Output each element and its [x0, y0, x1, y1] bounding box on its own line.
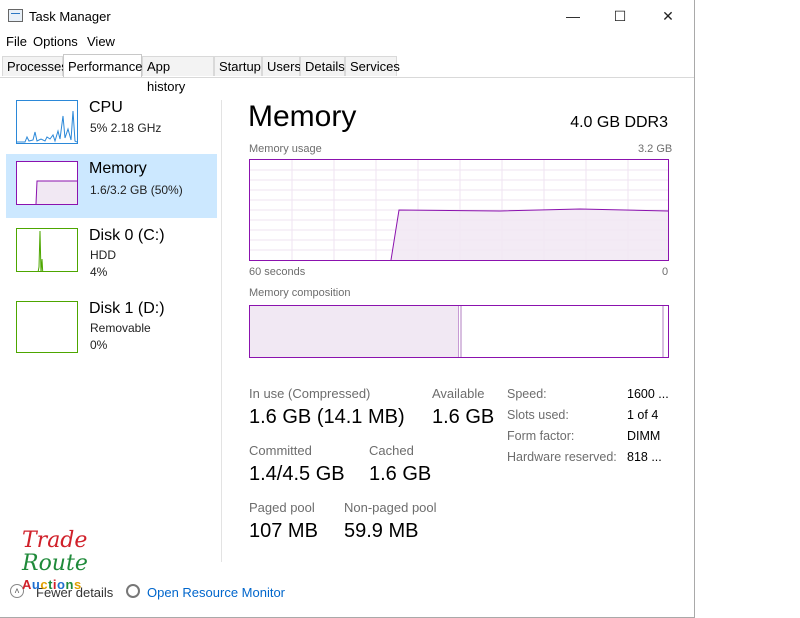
tab-details[interactable]: Details [300, 56, 345, 76]
speed-label: Speed: [507, 387, 547, 401]
footer-bar: ˄ Fewer details Open Resource Monitor [0, 580, 694, 606]
close-button[interactable]: ✕ [645, 0, 691, 32]
cached-label: Cached [369, 443, 414, 458]
time-axis-start: 60 seconds [249, 266, 306, 278]
memory-usage-label: Memory usage [249, 143, 322, 155]
composition-in-use [250, 306, 459, 357]
sidebar-sub-disk-0-type: HDD [90, 248, 116, 262]
tab-startup[interactable]: Startup [214, 56, 262, 76]
memory-spec: 4.0 GB DDR3 [570, 114, 668, 131]
sidebar-item-cpu[interactable]: CPU 5% 2.18 GHz [6, 93, 217, 157]
resource-monitor-icon [126, 584, 140, 598]
menu-file[interactable]: File [6, 34, 27, 49]
sidebar-item-disk-1[interactable]: Disk 1 (D:) Removable 0% [6, 294, 217, 358]
task-manager-icon [8, 9, 23, 22]
disk0-thumbnail-graph [16, 228, 78, 272]
paged-pool-value: 107 MB [249, 520, 318, 542]
tab-processes[interactable]: Processes [2, 56, 68, 76]
time-axis-end: 0 [662, 266, 669, 278]
committed-label: Committed [249, 443, 312, 458]
sidebar-sub-disk-0-usage: 4% [90, 265, 108, 279]
cpu-thumbnail-graph [16, 100, 78, 144]
memory-usage-graph [249, 159, 669, 261]
title-bar[interactable]: Task Manager — ☐ ✕ [0, 0, 694, 32]
memory-usage-chart [250, 160, 669, 261]
sidebar-sub-memory: 1.6/3.2 GB (50%) [90, 183, 183, 197]
slots-used-label: Slots used: [507, 408, 569, 422]
logo-line-1: Trade [22, 528, 88, 553]
menu-options[interactable]: Options [33, 34, 78, 49]
tab-users[interactable]: Users [262, 56, 301, 76]
sidebar-sub-disk-1-usage: 0% [90, 338, 108, 352]
sidebar-label-disk-0: Disk 0 (C:) [89, 227, 165, 244]
sidebar-label-memory: Memory [89, 160, 147, 177]
form-factor-value: DIMM [627, 429, 661, 443]
tab-strip: Processes Performance App history Startu… [0, 54, 694, 94]
available-value: 1.6 GB [432, 406, 495, 428]
form-factor-label: Form factor: [507, 429, 575, 443]
memory-usage-max: 3.2 GB [638, 143, 673, 155]
memory-composition-bar [249, 305, 669, 358]
non-paged-pool-label: Non-paged pool [344, 500, 437, 515]
committed-value: 1.4/4.5 GB [249, 463, 345, 485]
composition-modified [460, 306, 462, 357]
maximize-button[interactable]: ☐ [597, 0, 643, 32]
window-title: Task Manager [29, 9, 111, 24]
panel-divider [221, 100, 222, 562]
minimize-button[interactable]: — [550, 0, 596, 32]
non-paged-pool-value: 59.9 MB [344, 520, 419, 542]
memory-composition-label: Memory composition [249, 287, 351, 299]
page-title: Memory [248, 100, 357, 133]
in-use-value: 1.6 GB (14.1 MB) [249, 406, 405, 428]
speed-value: 1600 ... [627, 387, 669, 401]
disk1-thumbnail-graph [16, 301, 78, 353]
logo-line-2: Route [22, 551, 88, 576]
sidebar-item-disk-0[interactable]: Disk 0 (C:) HDD 4% [6, 221, 217, 285]
tab-app-history[interactable]: App history [142, 56, 214, 94]
sidebar-label-disk-1: Disk 1 (D:) [89, 300, 165, 317]
menu-view[interactable]: View [87, 34, 115, 49]
sidebar-sub-cpu: 5% 2.18 GHz [90, 121, 162, 135]
tab-performance[interactable]: Performance [63, 54, 142, 77]
hardware-reserved-label: Hardware reserved: [507, 450, 617, 464]
composition-free [662, 306, 664, 357]
task-manager-window: Task Manager — ☐ ✕ File Options View Pro… [0, 0, 695, 618]
sidebar-label-cpu: CPU [89, 99, 123, 116]
logo-line-3: Auctions [22, 577, 82, 592]
paged-pool-label: Paged pool [249, 500, 315, 515]
hardware-reserved-value: 818 ... [627, 450, 662, 464]
cached-value: 1.6 GB [369, 463, 432, 485]
tab-services[interactable]: Services [345, 56, 400, 76]
sidebar-item-memory[interactable]: Memory 1.6/3.2 GB (50%) [6, 154, 217, 218]
open-resource-monitor-link[interactable]: Open Resource Monitor [147, 585, 285, 600]
in-use-label: In use (Compressed) [249, 386, 371, 401]
available-label: Available [432, 386, 485, 401]
sidebar-sub-disk-1-type: Removable [90, 321, 151, 335]
memory-thumbnail-graph [16, 161, 78, 205]
slots-used-value: 1 of 4 [627, 408, 659, 422]
trade-route-watermark-logo: Trade Route Auctions [20, 528, 90, 598]
